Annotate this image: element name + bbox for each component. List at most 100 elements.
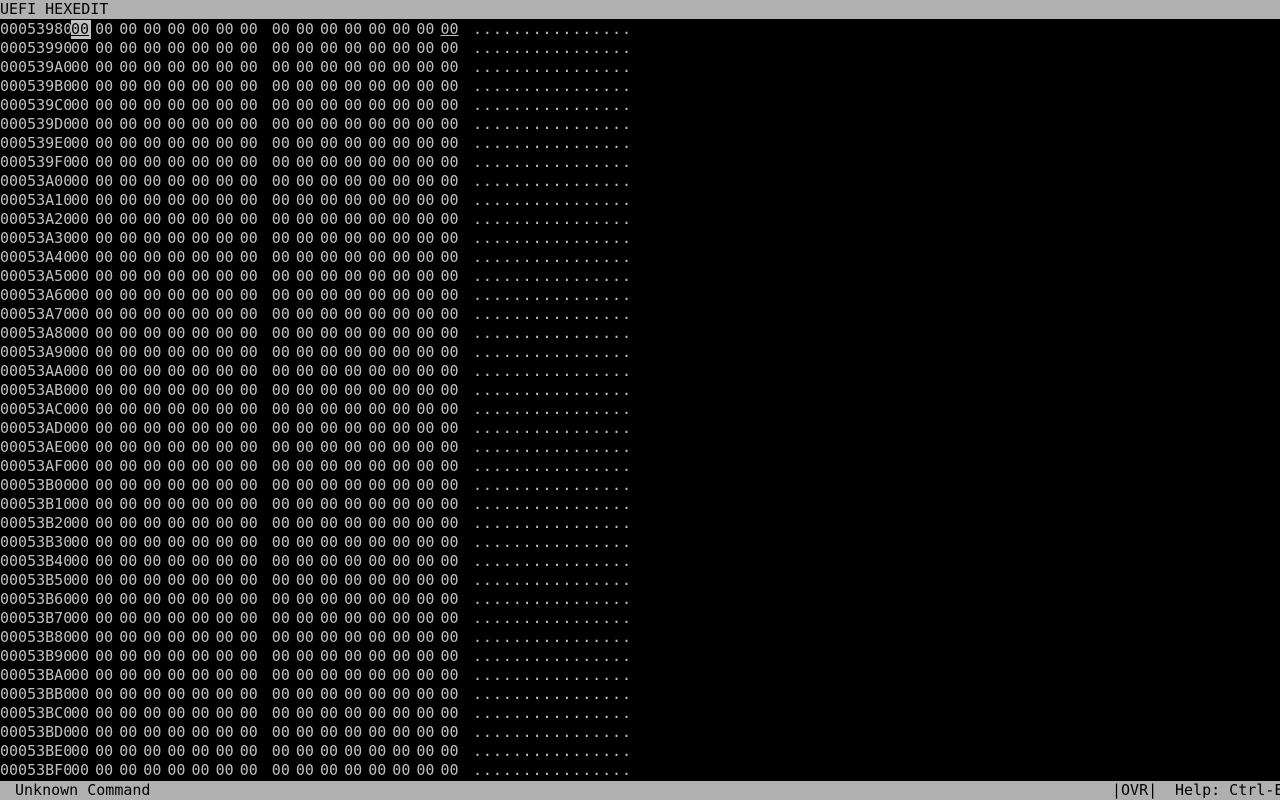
hex-byte[interactable]: 00	[119, 229, 139, 248]
hex-byte[interactable]: 00	[296, 514, 316, 533]
ascii-column[interactable]: ................	[473, 476, 632, 495]
hex-byte[interactable]: 00	[320, 248, 340, 267]
hex-byte[interactable]: 00	[143, 191, 163, 210]
hex-byte[interactable]: 00	[143, 476, 163, 495]
hex-byte[interactable]: 00	[167, 590, 187, 609]
hex-byte[interactable]: 00	[272, 229, 292, 248]
hex-byte[interactable]: 00	[71, 39, 91, 58]
hex-byte[interactable]: 00	[240, 229, 260, 248]
hex-byte[interactable]: 00	[143, 571, 163, 590]
ascii-column[interactable]: ................	[473, 742, 632, 761]
hex-byte[interactable]: 00	[167, 267, 187, 286]
hex-byte[interactable]: 00	[296, 191, 316, 210]
ascii-column[interactable]: ................	[473, 248, 632, 267]
hex-byte[interactable]: 00	[143, 495, 163, 514]
hex-byte[interactable]: 00	[143, 400, 163, 419]
hex-byte[interactable]: 00	[240, 172, 260, 191]
hex-byte[interactable]: 00	[71, 115, 91, 134]
hex-byte[interactable]: 00	[167, 324, 187, 343]
hex-byte[interactable]: 00	[192, 609, 212, 628]
hex-byte[interactable]: 00	[392, 495, 412, 514]
hex-byte[interactable]: 00	[95, 191, 115, 210]
hex-byte[interactable]: 00	[240, 704, 260, 723]
hex-byte[interactable]: 00	[119, 476, 139, 495]
hex-byte[interactable]: 00	[192, 77, 212, 96]
hex-byte[interactable]: 00	[119, 77, 139, 96]
hex-byte[interactable]: 00	[320, 20, 340, 39]
hex-byte[interactable]: 00	[272, 77, 292, 96]
hex-byte[interactable]: 00	[320, 419, 340, 438]
hex-byte[interactable]: 00	[320, 324, 340, 343]
hex-byte[interactable]: 00	[344, 685, 364, 704]
hex-byte[interactable]: 00	[392, 628, 412, 647]
hex-byte[interactable]: 00	[167, 609, 187, 628]
hex-byte[interactable]: 00	[95, 628, 115, 647]
ascii-column[interactable]: ................	[473, 590, 632, 609]
hex-byte[interactable]: 00	[441, 20, 461, 39]
hex-byte[interactable]: 00	[320, 514, 340, 533]
hex-byte[interactable]: 00	[392, 685, 412, 704]
hex-byte[interactable]: 00	[344, 438, 364, 457]
hex-byte[interactable]: 00	[240, 761, 260, 780]
hex-byte[interactable]: 00	[192, 267, 212, 286]
hex-byte[interactable]: 00	[216, 229, 236, 248]
hex-byte[interactable]: 00	[240, 191, 260, 210]
hex-byte[interactable]: 00	[320, 457, 340, 476]
hex-byte[interactable]: 00	[272, 210, 292, 229]
hex-byte[interactable]: 00	[95, 286, 115, 305]
hex-byte[interactable]: 00	[272, 134, 292, 153]
hex-byte[interactable]: 00	[71, 381, 91, 400]
hex-byte[interactable]: 00	[240, 134, 260, 153]
hex-byte[interactable]: 00	[95, 761, 115, 780]
hex-byte[interactable]: 00	[167, 400, 187, 419]
ascii-column[interactable]: ................	[473, 666, 632, 685]
hex-byte[interactable]: 00	[296, 229, 316, 248]
hex-byte[interactable]: 00	[441, 96, 461, 115]
hex-byte[interactable]: 00	[368, 533, 388, 552]
hex-byte[interactable]: 00	[192, 39, 212, 58]
hex-byte[interactable]: 00	[441, 381, 461, 400]
hex-byte[interactable]: 00	[95, 305, 115, 324]
hex-byte[interactable]: 00	[416, 609, 436, 628]
hex-byte[interactable]: 00	[296, 267, 316, 286]
hex-byte[interactable]: 00	[392, 305, 412, 324]
hex-byte[interactable]: 00	[240, 267, 260, 286]
hex-byte[interactable]: 00	[368, 514, 388, 533]
hex-byte[interactable]: 00	[167, 666, 187, 685]
hex-byte[interactable]: 00	[416, 343, 436, 362]
hex-byte[interactable]: 00	[240, 628, 260, 647]
hex-byte[interactable]: 00	[71, 761, 91, 780]
hex-byte[interactable]: 00	[272, 267, 292, 286]
hex-byte[interactable]: 00	[95, 438, 115, 457]
hex-byte[interactable]: 00	[71, 286, 91, 305]
hex-byte[interactable]: 00	[392, 704, 412, 723]
hex-byte[interactable]: 00	[296, 96, 316, 115]
hex-byte[interactable]: 00	[240, 153, 260, 172]
hex-byte[interactable]: 00	[368, 552, 388, 571]
hex-byte[interactable]: 00	[119, 381, 139, 400]
hex-byte[interactable]: 00	[392, 20, 412, 39]
hex-byte[interactable]: 00	[320, 286, 340, 305]
hex-byte[interactable]: 00	[368, 609, 388, 628]
hex-byte[interactable]: 00	[95, 742, 115, 761]
hex-byte[interactable]: 00	[320, 704, 340, 723]
hex-byte[interactable]: 00	[392, 514, 412, 533]
hex-byte[interactable]: 00	[143, 609, 163, 628]
hex-byte[interactable]: 00	[119, 20, 139, 39]
hex-byte[interactable]: 00	[368, 96, 388, 115]
hex-byte[interactable]: 00	[272, 20, 292, 39]
hex-byte[interactable]: 00	[416, 400, 436, 419]
hex-byte[interactable]: 00	[71, 514, 91, 533]
hex-byte[interactable]: 00	[216, 324, 236, 343]
hex-byte[interactable]: 00	[71, 552, 91, 571]
hex-byte[interactable]: 00	[143, 172, 163, 191]
hex-byte[interactable]: 00	[240, 362, 260, 381]
hex-byte[interactable]: 00	[95, 96, 115, 115]
hex-byte[interactable]: 00	[368, 58, 388, 77]
hex-byte[interactable]: 00	[71, 324, 91, 343]
hex-byte[interactable]: 00	[368, 343, 388, 362]
hex-byte[interactable]: 00	[216, 571, 236, 590]
hex-byte[interactable]: 00	[416, 96, 436, 115]
hex-byte[interactable]: 00	[95, 400, 115, 419]
hex-byte[interactable]: 00	[240, 58, 260, 77]
